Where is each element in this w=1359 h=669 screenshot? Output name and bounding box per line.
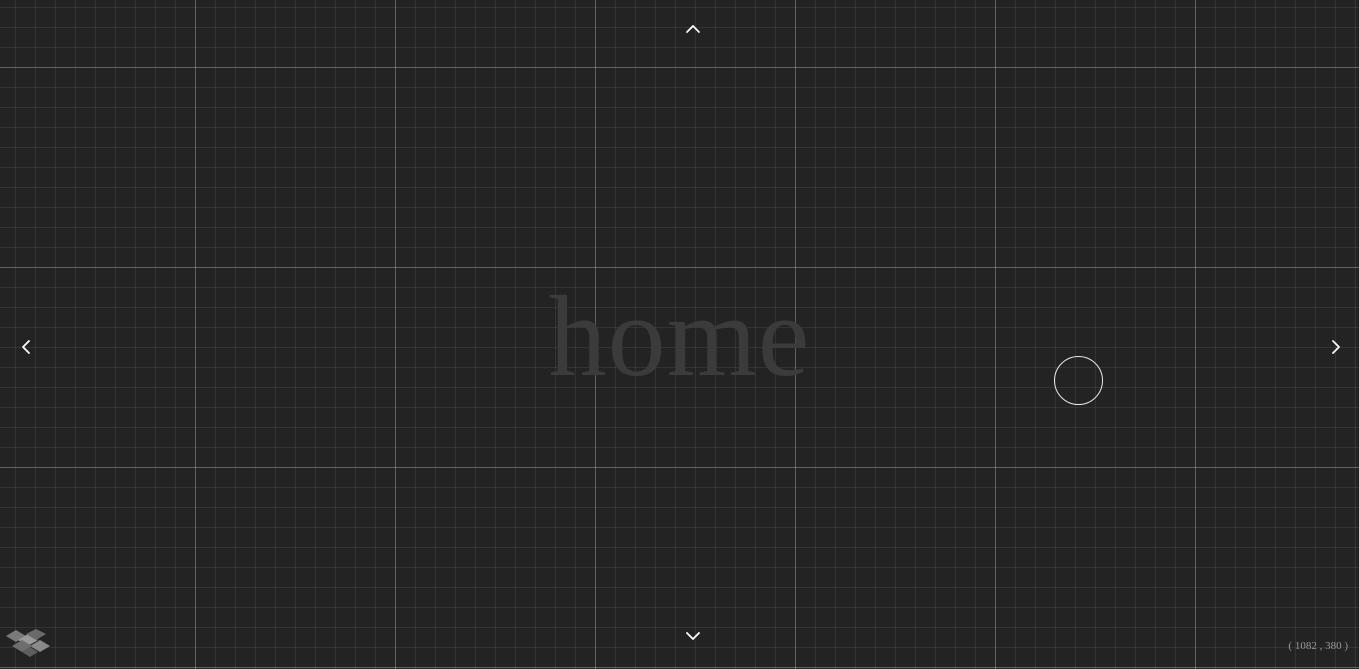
- chevron-down-icon: [686, 632, 700, 640]
- coordinate-readout: ( 1082 , 380 ): [1288, 640, 1348, 652]
- nav-up-button[interactable]: [681, 17, 705, 41]
- page-title: home: [548, 273, 811, 401]
- circle-cursor-icon: [1054, 356, 1103, 405]
- chevron-up-icon: [686, 25, 700, 33]
- nav-down-button[interactable]: [681, 624, 705, 648]
- grid-canvas[interactable]: home ( 1082 , 380 ): [0, 0, 1359, 669]
- chevron-right-icon: [1332, 340, 1340, 354]
- cube-logo-icon[interactable]: [4, 624, 52, 658]
- nav-left-button[interactable]: [14, 335, 38, 359]
- nav-right-button[interactable]: [1324, 335, 1348, 359]
- chevron-left-icon: [22, 340, 30, 354]
